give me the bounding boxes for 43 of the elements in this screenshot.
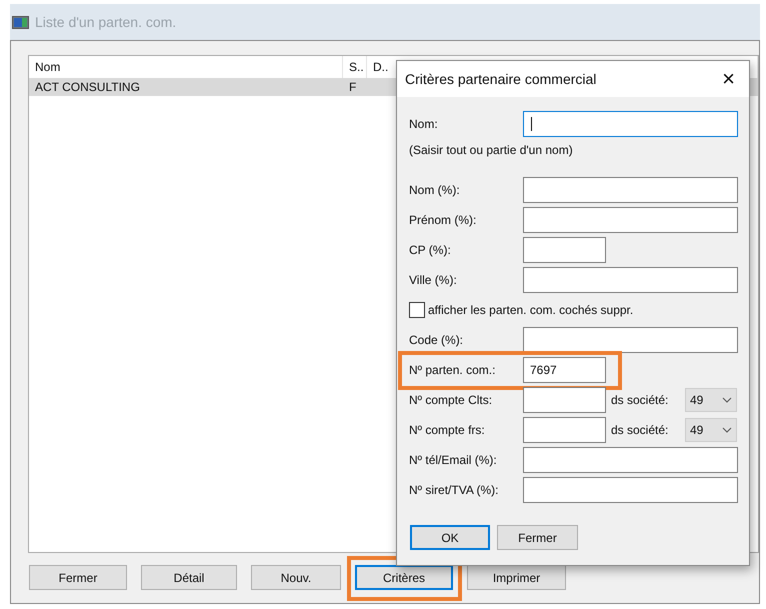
input-field[interactable] xyxy=(523,267,738,293)
button[interactable]: Imprimer xyxy=(467,565,566,590)
field-label: Ville (%): xyxy=(409,272,458,289)
button[interactable]: OK xyxy=(410,525,490,550)
chevron-down-icon xyxy=(722,427,732,433)
field-label: Nom (%): xyxy=(409,182,461,199)
field-label: Nº compte Clts: xyxy=(409,392,494,409)
table-cell-text: F xyxy=(348,79,358,96)
button[interactable]: Fermer xyxy=(29,565,127,590)
company-dropdown[interactable]: 49 xyxy=(685,418,737,442)
field-label: Nº siret/TVA (%): xyxy=(409,482,500,499)
field-label: Nom: xyxy=(409,116,439,133)
input-field[interactable] xyxy=(523,111,738,137)
input-field[interactable] xyxy=(523,237,606,263)
input-field[interactable]: 7697 xyxy=(523,357,606,383)
button[interactable]: Fermer xyxy=(497,525,578,550)
table-cell-text: ACT CONSULTING xyxy=(34,79,141,96)
field-label: Code (%): xyxy=(409,332,464,349)
field-label: Nº parten. com.: xyxy=(409,362,496,379)
chevron-down-icon xyxy=(722,397,732,403)
hint-text: (Saisir tout ou partie d'un nom) xyxy=(409,142,573,159)
company-dropdown[interactable]: 49 xyxy=(685,388,737,412)
field-label: ds société: xyxy=(611,422,670,439)
button[interactable]: Détail xyxy=(141,565,237,590)
field-label: Nº compte frs: xyxy=(409,422,486,439)
field-label: Prénom (%): xyxy=(409,212,478,229)
button[interactable]: Nouv. xyxy=(251,565,341,590)
input-field[interactable] xyxy=(523,387,606,413)
input-field[interactable] xyxy=(523,477,738,503)
field-label: ds société: xyxy=(611,392,670,409)
input-field[interactable] xyxy=(523,447,738,473)
checkbox[interactable] xyxy=(409,302,425,318)
input-field[interactable] xyxy=(523,177,738,203)
button[interactable]: Critères xyxy=(355,565,453,590)
field-label: Nº tél/Email (%): xyxy=(409,452,498,469)
checkbox-label: afficher les parten. com. cochés suppr. xyxy=(428,302,634,319)
field-label: CP (%): xyxy=(409,242,452,259)
input-field[interactable] xyxy=(523,417,606,443)
window-icon xyxy=(12,16,29,28)
text-cursor xyxy=(531,117,532,131)
input-field[interactable] xyxy=(523,207,738,233)
input-field[interactable] xyxy=(523,327,738,353)
window-title: Liste d'un parten. com. xyxy=(35,12,176,32)
